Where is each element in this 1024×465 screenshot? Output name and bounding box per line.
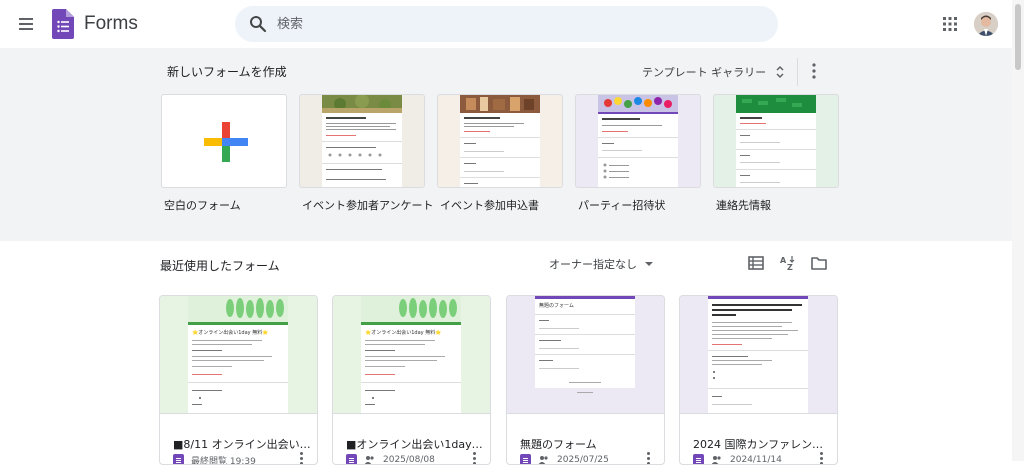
form-thumbnail: 無題のフォーム	[507, 296, 664, 414]
forms-file-icon	[346, 454, 357, 465]
template-label: 空白のフォーム	[164, 197, 290, 213]
forms-file-icon	[173, 454, 184, 465]
card-more-vert-icon[interactable]	[471, 452, 477, 465]
template-label: パーティー招待状	[578, 197, 704, 213]
template-thumbnail[interactable]	[713, 94, 839, 188]
form-meta-text: 2024/11/14	[730, 455, 782, 465]
form-title: ■8/11 オンライン出会い1day 無料	[173, 436, 311, 452]
list-view-icon[interactable]	[747, 254, 765, 272]
form-title: 無題のフォーム	[520, 436, 658, 452]
recent-form-card[interactable]: 無題のフォーム 無題のフォーム 2025/07/25	[506, 295, 665, 465]
svg-text:⭐オンライン出会い1day 無料⭐: ⭐オンライン出会い1day 無料⭐	[192, 329, 268, 336]
owner-filter-dropdown[interactable]: オーナー指定なし	[549, 255, 653, 273]
shared-people-icon	[538, 455, 549, 465]
form-title: 2024 国際カンファレンス参加	[693, 436, 831, 452]
owner-filter-label: オーナー指定なし	[549, 256, 637, 272]
form-meta-text: 最終閲覧 19:39	[191, 454, 256, 465]
shared-people-icon	[364, 455, 375, 465]
template-thumbnail[interactable]	[437, 94, 563, 188]
recent-form-card[interactable]: 2024 国際カンファレンス参加 2024/11/14	[679, 295, 838, 465]
scrollbar-thumb[interactable]	[1015, 4, 1021, 70]
recent-form-card[interactable]: ⭐オンライン出会い1day 無料⭐ ■8/11 オンライン出会い1day 無料 …	[159, 295, 318, 465]
form-thumbnail: ⭐オンライン出会い1day 無料⭐	[333, 296, 490, 414]
svg-text:Z: Z	[787, 263, 793, 272]
folder-icon[interactable]	[810, 254, 828, 272]
template-section-title: 新しいフォームを作成	[167, 64, 287, 80]
template-label: イベント参加者アンケート	[302, 197, 442, 213]
form-thumbnail: ⭐オンライン出会い1day 無料⭐	[160, 296, 317, 414]
search-bar[interactable]	[235, 6, 778, 42]
form-meta-text: 2025/08/08	[383, 455, 435, 465]
template-thumbnail[interactable]	[575, 94, 701, 188]
shared-people-icon	[711, 455, 722, 465]
dropdown-caret-icon	[645, 262, 653, 266]
template-label: 連絡先情報	[716, 197, 842, 213]
forms-logo-icon[interactable]	[52, 9, 74, 39]
form-title: ■オンライン出会い1day 無料	[346, 436, 484, 452]
card-more-vert-icon[interactable]	[818, 452, 824, 465]
recent-form-card[interactable]: ⭐オンライン出会い1day 無料⭐ ■オンライン出会い1day 無料 2025/…	[332, 295, 491, 465]
sort-az-icon[interactable]: A Z	[779, 254, 797, 272]
search-input[interactable]	[275, 6, 755, 42]
card-more-vert-icon[interactable]	[298, 452, 304, 465]
main-menu-icon[interactable]	[14, 12, 38, 36]
unfold-icon	[774, 64, 786, 80]
top-app-bar: Forms	[0, 0, 1024, 48]
form-meta: 2024/11/14	[693, 453, 782, 465]
form-meta: 2025/08/08	[346, 453, 435, 465]
card-more-vert-icon[interactable]	[645, 452, 651, 465]
more-vert-icon[interactable]	[808, 62, 820, 80]
account-avatar[interactable]	[974, 12, 998, 36]
search-icon[interactable]	[249, 15, 267, 33]
app-title[interactable]: Forms	[84, 12, 138, 36]
form-thumbnail	[680, 296, 837, 414]
form-meta-text: 2025/07/25	[557, 455, 609, 465]
form-meta: 2025/07/25	[520, 453, 609, 465]
template-thumbnail[interactable]	[161, 94, 287, 188]
svg-text:A: A	[780, 256, 787, 265]
forms-file-icon	[693, 454, 704, 465]
forms-file-icon	[520, 454, 531, 465]
template-gallery-button[interactable]: テンプレート ギャラリー	[642, 62, 786, 82]
template-gallery-label: テンプレート ギャラリー	[642, 64, 766, 80]
template-label: イベント参加申込書	[440, 197, 566, 213]
recent-forms-title: 最近使用したフォーム	[160, 258, 280, 274]
header-divider	[797, 58, 798, 86]
google-apps-icon[interactable]	[942, 16, 958, 32]
plus-icon	[162, 95, 287, 188]
form-meta: 最終閲覧 19:39	[173, 453, 256, 465]
svg-text:⭐オンライン出会い1day 無料⭐: ⭐オンライン出会い1day 無料⭐	[365, 329, 441, 336]
svg-text:無題のフォーム: 無題のフォーム	[539, 302, 574, 309]
template-thumbnail[interactable]	[299, 94, 425, 188]
